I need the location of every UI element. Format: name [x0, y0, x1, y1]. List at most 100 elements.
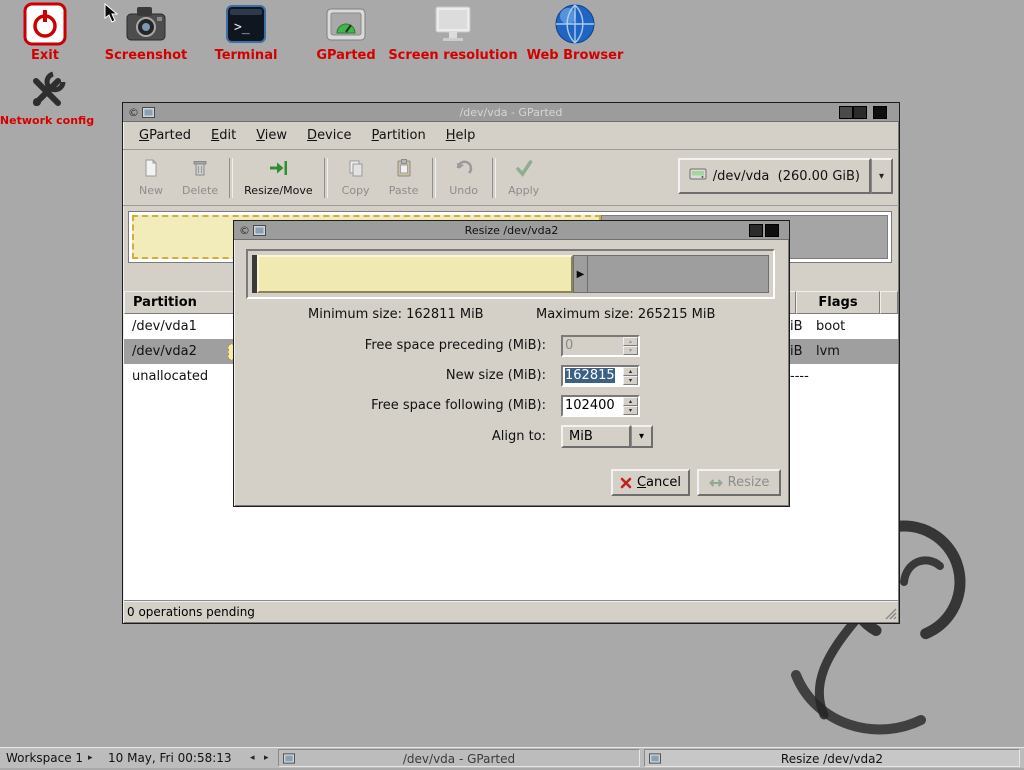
align-to-select[interactable]: MiB ▾	[561, 425, 653, 448]
menu-item-edit[interactable]: Edit	[201, 124, 246, 147]
size-fragment: ----	[790, 364, 809, 389]
device-selector-value: /dev/vda (260.00 GiB)	[713, 169, 860, 184]
new-size-label: New size (MiB):	[234, 365, 546, 387]
dialog-title: Resize /dev/vda2	[234, 224, 789, 237]
device-selector-arrow[interactable]: ▾	[871, 158, 893, 194]
toolbar: New Delete Resize/Move Copy Paste Undo A…	[123, 150, 899, 206]
column-header-flags[interactable]: Flags	[796, 291, 880, 314]
free-space-following-label: Free space following (MiB):	[234, 395, 546, 417]
tasklist-scroll-right-icon[interactable]: ▸	[264, 748, 269, 768]
cancel-x-icon	[620, 477, 632, 489]
align-to-value: MiB	[561, 425, 631, 448]
desktop-icon-label: Network config	[0, 114, 117, 127]
window-menu-icon[interactable]: ©	[128, 107, 139, 118]
toolbar-resize-move-button[interactable]: Resize/Move	[237, 155, 319, 200]
size-fragment: iB	[790, 339, 803, 364]
menu-item-view[interactable]: View	[246, 124, 297, 147]
spin-up-button[interactable]: ▴	[623, 367, 638, 376]
spinner-value[interactable]: 102400	[563, 397, 623, 415]
resize-slider-free-space[interactable]	[588, 255, 769, 293]
camera-icon	[124, 2, 168, 46]
toolbar-paste-button[interactable]: Paste	[380, 155, 428, 200]
resize-slider-partition[interactable]	[257, 255, 573, 293]
spinner-value: 0	[563, 337, 623, 355]
task-window-icon	[649, 753, 661, 764]
tasklist-scroll-left-icon[interactable]: ◂	[250, 748, 255, 768]
workspace-next-icon[interactable]: ▸	[88, 748, 93, 768]
spin-down-icon: ▾	[623, 346, 638, 355]
svg-text:>_: >_	[234, 20, 250, 35]
resize-grip[interactable]	[883, 606, 897, 620]
new-document-icon	[141, 158, 161, 182]
maximize-button[interactable]	[853, 106, 867, 119]
power-icon	[23, 2, 67, 46]
column-header-end	[880, 291, 898, 314]
terminal-icon: >_	[224, 2, 268, 46]
toolbar-apply-button[interactable]: Apply	[500, 155, 548, 200]
gparted-titlebar[interactable]: © /dev/vda - GParted	[123, 103, 899, 122]
device-selector[interactable]: /dev/vda (260.00 GiB) ▾	[678, 158, 893, 194]
menu-item-partition[interactable]: Partition	[362, 124, 436, 147]
spin-down-button[interactable]: ▾	[623, 376, 638, 385]
minimize-button[interactable]	[839, 106, 853, 119]
dialog-app-icon	[253, 225, 266, 236]
globe-icon	[553, 2, 597, 46]
maximum-size-label: Maximum size: 265215 MiB	[536, 307, 715, 322]
resize-button[interactable]: Resize	[697, 469, 781, 496]
toolbar-undo-label: Undo	[449, 184, 478, 197]
menu-item-help[interactable]: Help	[436, 124, 486, 147]
window-menu-icon[interactable]: ©	[239, 225, 250, 236]
desktop-icon-label: Web Browser	[505, 48, 645, 63]
taskbar-task-resize-dialog[interactable]: Resize /dev/vda2	[644, 749, 1020, 767]
toolbar-separator	[229, 158, 233, 198]
column-header-label: Flags	[818, 295, 857, 310]
spin-down-button[interactable]: ▾	[623, 406, 638, 415]
desktop-icon-screen-resolution[interactable]: Screen resolution	[383, 2, 523, 63]
resize-label: Resize	[728, 475, 770, 490]
dialog-maximize-button[interactable]	[749, 224, 763, 237]
resize-dialog: © Resize /dev/vda2 ▶ Minimum size: 16281…	[233, 220, 790, 507]
toolbar-delete-button[interactable]: Delete	[175, 155, 225, 200]
menu-item-device[interactable]: Device	[297, 124, 361, 147]
status-bar: 0 operations pending	[124, 601, 898, 621]
workspace-indicator[interactable]: Workspace 1	[6, 748, 83, 768]
toolbar-paste-label: Paste	[389, 184, 419, 197]
task-title: Resize /dev/vda2	[781, 752, 883, 766]
resize-slider: ▶	[246, 249, 775, 299]
close-button[interactable]	[873, 106, 887, 119]
partition-name: /dev/vda2	[132, 339, 197, 364]
free-space-following-spinner[interactable]: 102400 ▴ ▾	[561, 395, 640, 417]
undo-arrow-icon	[454, 158, 474, 182]
size-fragment: iB	[790, 314, 803, 339]
dialog-close-button[interactable]	[765, 224, 779, 237]
flags-value: boot	[816, 314, 845, 339]
column-header-label: Partition	[133, 295, 197, 310]
desktop-icon-network-config[interactable]: Network config	[0, 68, 117, 127]
paste-icon	[394, 158, 414, 182]
toolbar-resize-move-label: Resize/Move	[244, 184, 312, 197]
desktop-icon-web-browser[interactable]: Web Browser	[505, 2, 645, 63]
taskbar-task-gparted[interactable]: /dev/vda - GParted	[278, 749, 640, 767]
new-size-spinner[interactable]: 162815 ▴ ▾	[561, 365, 640, 387]
cancel-button[interactable]: Cancel	[611, 469, 690, 496]
gparted-app-icon	[142, 107, 155, 118]
menu-item-gparted[interactable]: GParted	[129, 124, 201, 147]
free-space-preceding-spinner: 0 ▴ ▾	[561, 335, 640, 357]
window-title: /dev/vda - GParted	[123, 106, 899, 119]
dialog-titlebar[interactable]: © Resize /dev/vda2	[234, 221, 789, 240]
spin-up-button[interactable]: ▴	[623, 397, 638, 406]
copy-icon	[346, 158, 366, 182]
toolbar-copy-button[interactable]: Copy	[332, 155, 380, 200]
chevron-down-icon[interactable]: ▾	[631, 425, 653, 448]
spinner-value-selected[interactable]: 162815	[565, 368, 615, 383]
toolbar-separator	[324, 158, 328, 198]
toolbar-new-button[interactable]: New	[127, 155, 175, 200]
resize-slider-right-handle[interactable]: ▶	[573, 255, 588, 293]
toolbar-copy-label: Copy	[342, 184, 370, 197]
toolbar-new-label: New	[139, 184, 163, 197]
partition-name: /dev/vda1	[132, 314, 197, 339]
monitor-icon	[431, 2, 475, 46]
menu-bar: GParted Edit View Device Partition Help	[123, 122, 899, 150]
minimum-size-label: Minimum size: 162811 MiB	[308, 307, 484, 322]
toolbar-undo-button[interactable]: Undo	[440, 155, 488, 200]
